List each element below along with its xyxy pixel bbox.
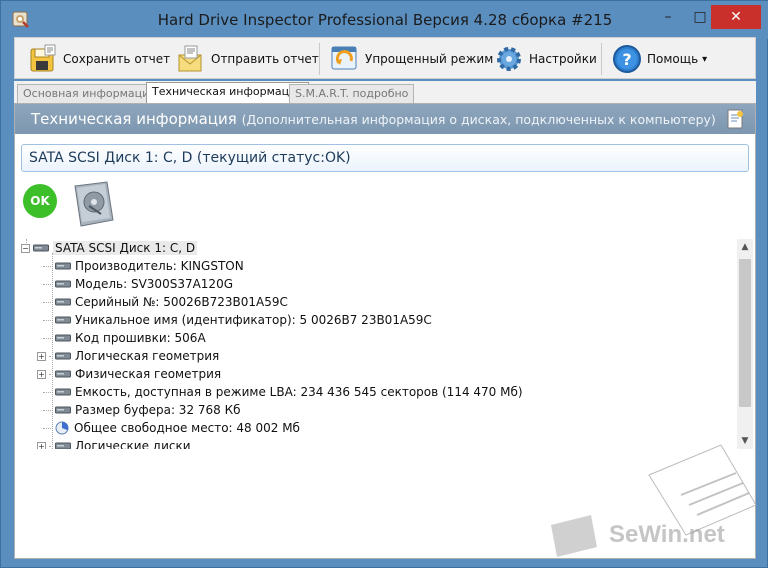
tree-guide-line [43, 409, 53, 411]
help-button[interactable]: ? Помощь ▾ [611, 42, 707, 76]
hdd-icon [55, 370, 71, 378]
tree-guide-line [43, 427, 53, 429]
tree-item[interactable]: Серийный №: 50026B723B01A59C [43, 293, 288, 311]
tree-item-label: Общее свободное место: 48 002 Мб [74, 421, 300, 435]
tree-item[interactable]: + Физическая геометрия [37, 365, 221, 383]
save-report-button[interactable]: Сохранить отчет [27, 42, 170, 76]
help-label: Помощь [647, 52, 699, 66]
tree-item-label: Размер буфера: 32 768 Кб [75, 403, 241, 417]
help-icon: ? [613, 45, 641, 73]
toolbar-separator [601, 43, 602, 75]
scroll-thumb[interactable] [739, 259, 751, 407]
tree-item[interactable]: + Логическая геометрия [37, 347, 219, 365]
tab-technical-info[interactable]: Техническая информация [146, 82, 309, 103]
hdd-icon [55, 388, 71, 396]
tab-bar: Основная информация Техническая информац… [14, 81, 756, 103]
tree-item[interactable]: Модель: SV300S37A120G [43, 275, 233, 293]
hdd-icon [55, 262, 71, 270]
tree-guide-line [43, 283, 53, 285]
tree-item-label: Производитель: KINGSTON [75, 259, 244, 273]
refresh-mode-icon [331, 46, 357, 70]
title-bar[interactable]: Hard Drive Inspector Professional Версия… [1, 1, 768, 39]
tree-item[interactable]: Размер буфера: 32 768 Кб [43, 401, 241, 419]
tree-item-label: Модель: SV300S37A120G [75, 277, 234, 291]
section-subtitle: (Дополнительная информация о дисках, под… [241, 112, 716, 127]
tree-guide-line [49, 355, 53, 357]
pie-chart-icon [55, 421, 69, 435]
tree-item[interactable]: Код прошивки: 506A [43, 329, 206, 347]
tree-root[interactable]: − SATA SCSI Диск 1: C, D [21, 239, 198, 257]
tree-item-label: Физическая геометрия [75, 367, 222, 381]
svg-text:?: ? [622, 50, 631, 69]
floppy-disk-icon [30, 44, 56, 72]
hard-drive-icon [74, 181, 114, 227]
tree-item-label: Код прошивки: 506A [75, 331, 206, 345]
section-header: Техническая информация (Дополнительная и… [15, 104, 755, 134]
tree-item-label: Серийный №: 50026B723B01A59C [75, 295, 288, 309]
tree-guide-line [43, 319, 53, 321]
hdd-icon [55, 334, 71, 342]
report-icon[interactable] [727, 109, 745, 129]
hdd-icon [55, 280, 71, 288]
expand-toggle[interactable]: + [37, 441, 46, 449]
tree-guide-line [49, 445, 53, 447]
gear-icon [497, 47, 521, 71]
send-report-label: Отправить отчет [211, 52, 319, 66]
expand-toggle[interactable]: + [37, 369, 46, 379]
tree-guide-line [49, 373, 53, 375]
hdd-icon [55, 406, 71, 414]
tree-item[interactable]: Общее свободное место: 48 002 Мб [43, 419, 300, 437]
tree-item[interactable]: + Логические диски [37, 437, 191, 449]
hdd-icon [55, 442, 71, 449]
tree-guide-line [43, 337, 53, 339]
send-report-button[interactable]: Отправить отчет [175, 42, 319, 76]
scroll-up-button[interactable]: ▲ [737, 239, 753, 255]
tree-item[interactable]: Уникальное имя (идентификатор): 5 0026B7… [43, 311, 432, 329]
settings-label: Настройки [529, 52, 597, 66]
tree-guide-line [43, 391, 53, 393]
watermark-text: SeWin.net [609, 521, 725, 548]
status-badge: OK [23, 184, 57, 218]
save-report-label: Сохранить отчет [63, 52, 171, 66]
tab-basic-info[interactable]: Основная информация [17, 84, 162, 103]
tree-item-label: Логическая геометрия [75, 349, 220, 363]
tree-guide-line [43, 265, 53, 267]
vertical-scrollbar[interactable]: ▲ ▼ [737, 239, 753, 449]
hdd-icon [33, 244, 49, 252]
simple-mode-button[interactable]: Упрощенный режим [329, 42, 493, 76]
section-title: Техническая информация (Дополнительная и… [31, 110, 716, 128]
simple-mode-label: Упрощенный режим [365, 52, 494, 66]
tab-smart-details[interactable]: S.M.A.R.T. подробно [289, 84, 415, 103]
expand-toggle[interactable]: + [37, 351, 46, 361]
settings-button[interactable]: Настройки [493, 42, 597, 76]
hdd-icon [55, 352, 71, 360]
disk-status-title: SATA SCSI Диск 1: C, D (текущий статус:O… [29, 150, 351, 166]
tree-item-label: Емкость, доступная в режиме LBA: 234 436… [75, 385, 523, 399]
hdd-icon [55, 298, 71, 306]
disk-status-panel: SATA SCSI Диск 1: C, D (текущий статус:O… [21, 144, 749, 172]
chevron-down-icon[interactable]: ▾ [702, 54, 707, 65]
envelope-icon [178, 45, 202, 72]
minimize-button[interactable]: – [653, 5, 683, 29]
tree-item-label: Логические диски [75, 439, 191, 449]
tree-item-label: Уникальное имя (идентификатор): 5 0026B7… [75, 313, 432, 327]
tree-root-label: SATA SCSI Диск 1: C, D [53, 241, 198, 255]
tree-view[interactable]: − SATA SCSI Диск 1: C, D Производитель: … [21, 239, 731, 449]
section-title-text: Техническая информация [31, 110, 237, 128]
toolbar: Сохранить отчет Отправить отчет Упрощенн… [14, 37, 756, 79]
toolbar-separator [319, 43, 320, 75]
close-button[interactable]: ✕ [711, 5, 761, 29]
tree-item[interactable]: Емкость, доступная в режиме LBA: 234 436… [43, 383, 523, 401]
tree-item[interactable]: Производитель: KINGSTON [43, 257, 244, 275]
hdd-icon [55, 316, 71, 324]
app-window: Hard Drive Inspector Professional Версия… [0, 0, 768, 568]
collapse-toggle[interactable]: − [21, 243, 30, 253]
tree-guide-line [43, 301, 53, 303]
